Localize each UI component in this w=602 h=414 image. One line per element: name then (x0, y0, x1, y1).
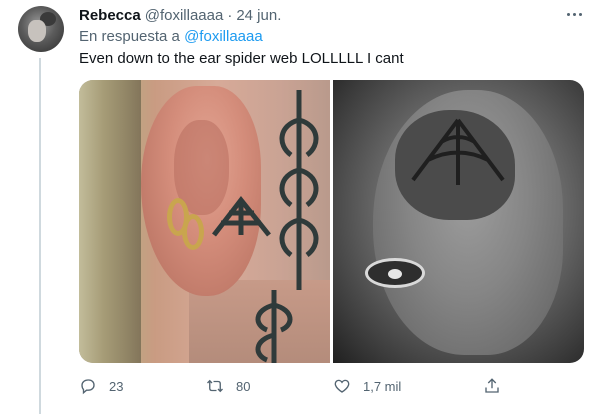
retweet-count: 80 (236, 378, 251, 394)
retweet-button[interactable]: 80 (206, 376, 250, 396)
tweet-header: Rebecca @foxillaaaa · 24 jun. (79, 6, 281, 24)
spider-web-icon (411, 118, 505, 185)
like-button[interactable]: 1,7 mil (333, 376, 401, 396)
tweet-actions: 23 80 1,7 mil (79, 376, 499, 396)
reply-button[interactable]: 23 (79, 376, 123, 396)
retweet-icon (207, 379, 223, 393)
tweet-text: Even down to the ear spider web LOLLLLL … (79, 50, 404, 67)
more-icon[interactable] (562, 4, 586, 24)
like-icon (334, 379, 350, 393)
display-name[interactable]: Rebecca (79, 7, 141, 24)
leaf-tattoo-icon (279, 90, 319, 290)
share-button[interactable] (483, 376, 501, 396)
earring-stud (365, 258, 425, 288)
avatar[interactable] (18, 6, 64, 52)
separator: · (227, 6, 233, 24)
reply-context: En respuesta a @foxillaaaa (79, 28, 263, 45)
photo-ear-tattoo[interactable] (79, 80, 330, 363)
reply-icon (81, 379, 95, 395)
share-icon (485, 378, 499, 393)
reply-mention-link[interactable]: @foxillaaaa (184, 28, 263, 45)
neck-tattoo-icon (255, 290, 293, 363)
photo-ear-reference[interactable] (333, 80, 584, 363)
reply-prefix: En respuesta a (79, 28, 180, 45)
media-grid (79, 80, 584, 363)
author-handle[interactable]: @foxillaaaa (145, 7, 224, 24)
spider-web-tattoo-icon (212, 195, 271, 237)
thread-line (39, 58, 41, 414)
tweet-date[interactable]: 24 jun. (236, 7, 281, 24)
reply-count: 23 (109, 378, 124, 394)
like-count: 1,7 mil (363, 378, 402, 394)
